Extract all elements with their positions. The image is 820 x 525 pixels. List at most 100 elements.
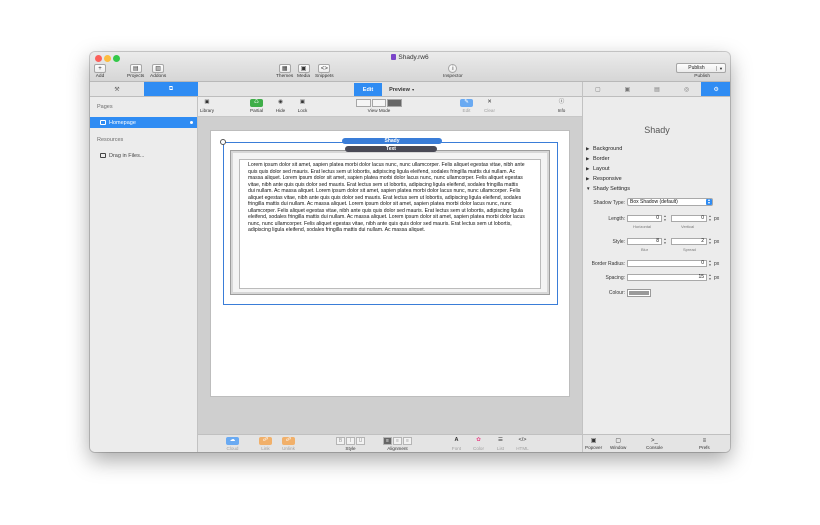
themes-label: Themes xyxy=(276,74,294,79)
length-horizontal-field[interactable]: 0 xyxy=(627,215,662,222)
link-button[interactable]: ☍ Link xyxy=(259,437,272,451)
sidebar-item-homepage[interactable]: Homepage xyxy=(90,117,197,128)
selected-indicator xyxy=(190,121,193,124)
lock-icon: ▣ xyxy=(299,99,306,106)
partial-label: Partial xyxy=(250,108,264,113)
align-center-icon[interactable]: ≡ xyxy=(393,437,402,445)
align-left-icon[interactable]: ≡ xyxy=(383,437,392,445)
section-layout[interactable]: ▶ Layout xyxy=(586,166,610,172)
disclosure-triangle-icon: ▶ xyxy=(586,176,590,181)
publish-button[interactable]: Publish ▼ xyxy=(676,63,726,73)
window-button[interactable]: ▢ Window xyxy=(610,437,626,450)
color-button[interactable]: ✿ Color xyxy=(472,437,485,452)
console-button[interactable]: >_ Console xyxy=(646,437,663,450)
lorem-text[interactable]: Lorem ipsum dolor sit amet, sapien plate… xyxy=(248,162,526,265)
spacing-stepper[interactable]: ▲ ▼ xyxy=(708,273,712,281)
chevron-down-icon[interactable]: ▼ xyxy=(716,65,725,71)
edit-tool-button[interactable]: ✎ Edit xyxy=(460,99,473,113)
page-inspector-icon[interactable]: ▢ xyxy=(583,82,613,96)
text-stack[interactable]: Text Lorem ipsum dolor sit amet, sapien … xyxy=(230,146,550,295)
toolbar: Shady.rw6 + Add ▤ Projects ▥ Addons ▦ Th… xyxy=(90,52,730,82)
link-label: Link xyxy=(261,446,270,451)
popover-button[interactable]: ▣ Popover xyxy=(585,437,602,450)
text-frame[interactable]: Lorem ipsum dolor sit amet, sapien plate… xyxy=(239,159,541,289)
format-inspector-icon[interactable]: ▤ xyxy=(642,82,672,96)
edit-tool-label: Edit xyxy=(462,108,471,113)
sliders-icon: ≡ xyxy=(702,438,707,444)
unlink-button[interactable]: ☍ Unlink xyxy=(282,437,295,451)
clear-label: Clear xyxy=(484,108,495,113)
spacing-field[interactable]: 15 xyxy=(627,274,707,281)
tab-preview[interactable]: Preview ▼ xyxy=(384,83,420,96)
section-background[interactable]: ▶ Background xyxy=(586,146,622,152)
italic-icon[interactable]: I xyxy=(346,437,355,445)
alignment-control[interactable]: ≡ ≡ ≡ Alignment xyxy=(383,437,412,451)
length-label: Length: xyxy=(608,216,625,222)
link-inspector-icon[interactable]: ◎ xyxy=(672,82,702,96)
view-mode-full-icon[interactable] xyxy=(387,99,403,107)
cloud-button[interactable]: ☁ Cloud xyxy=(226,437,239,451)
bold-icon[interactable]: B xyxy=(336,437,345,445)
snippets-button[interactable]: <> Snippets xyxy=(315,64,334,79)
hide-button[interactable]: ◉ Hide xyxy=(274,99,287,114)
wrench-icon[interactable]: ⚒ xyxy=(90,82,144,96)
font-button[interactable]: A Font xyxy=(450,437,463,452)
themes-button[interactable]: ▦ Themes xyxy=(276,64,293,79)
underline-icon[interactable]: U xyxy=(356,437,365,445)
spread-stepper[interactable]: ▲ ▼ xyxy=(708,237,712,245)
length-vertical-stepper[interactable]: ▲ ▼ xyxy=(708,214,712,222)
style-control[interactable]: B I U Style xyxy=(336,437,365,451)
lock-button[interactable]: ▣ Lock xyxy=(296,99,309,114)
blur-stepper[interactable]: ▲ ▼ xyxy=(663,237,667,245)
section-responsive[interactable]: ▶ Responsive xyxy=(586,176,622,182)
partial-button[interactable]: ♺ Partial xyxy=(250,99,263,113)
tab-edit[interactable]: Edit xyxy=(354,83,382,96)
mode-tabs: Edit Preview ▼ xyxy=(198,82,582,97)
add-button[interactable]: + Add xyxy=(94,64,106,79)
sidebar-item-drag-files[interactable]: Drag in Files... xyxy=(90,150,197,161)
view-mode-outline-icon[interactable] xyxy=(356,99,371,107)
color-wheel-icon: ✿ xyxy=(476,437,481,444)
library-button[interactable]: ▣ Library xyxy=(200,99,214,114)
tab-preview-label: Preview xyxy=(389,86,410,93)
shadow-type-select[interactable]: Box Shadow (default) ▲ ▼ xyxy=(627,198,713,206)
projects-button[interactable]: ▤ Projects xyxy=(127,64,144,79)
length-vertical-field[interactable]: 0 xyxy=(671,215,707,222)
resize-handle[interactable] xyxy=(220,139,226,145)
shady-stack-label: Shady xyxy=(342,138,442,144)
partial-icon: ♺ xyxy=(250,99,264,107)
section-border[interactable]: ▶ Border xyxy=(586,156,610,162)
blur-field[interactable]: 8 xyxy=(627,238,662,245)
spread-field[interactable]: 2 xyxy=(671,238,707,245)
text-stack-label: Text xyxy=(345,146,437,152)
border-radius-field[interactable]: 0 xyxy=(627,260,707,267)
view-mode-frame-icon[interactable] xyxy=(371,99,387,107)
clear-button[interactable]: ✕ Clear xyxy=(483,99,496,114)
gear-icon[interactable]: ⚙ xyxy=(701,82,730,96)
disclosure-open-icon: ▼ xyxy=(586,186,591,191)
align-right-icon[interactable]: ≡ xyxy=(403,437,412,445)
info-button[interactable]: ⓘ Info xyxy=(555,99,568,114)
publish-label: Publish xyxy=(688,65,705,71)
media-button[interactable]: ▣ Media xyxy=(297,64,310,79)
inspector-tabs: ▢ ▣ ▤ ◎ ⚙ xyxy=(583,82,730,97)
list-button[interactable]: ☰ List xyxy=(494,437,507,452)
alignment-label: Alignment xyxy=(387,446,408,451)
page-area[interactable]: Shady Text Lorem ipsum dolor sit amet, s… xyxy=(210,130,570,397)
html-button[interactable]: </> HTML xyxy=(516,437,529,452)
shady-stack[interactable]: Shady Text Lorem ipsum dolor sit amet, s… xyxy=(220,138,558,305)
section-shady-settings[interactable]: ▼ Shady Settings xyxy=(586,186,630,192)
addons-label: Addons xyxy=(150,74,167,79)
prefs-button[interactable]: ≡ Prefs xyxy=(699,437,710,450)
pages-heading: Pages xyxy=(97,104,113,110)
inspector-button[interactable]: i Inspector xyxy=(443,64,463,79)
addons-button[interactable]: ▥ Addons xyxy=(150,64,166,79)
layout-inspector-icon[interactable]: ▣ xyxy=(613,82,643,96)
colour-well[interactable] xyxy=(627,289,651,297)
shadow-type-value: Box Shadow (default) xyxy=(630,199,678,205)
pages-icon[interactable]: ⧉ xyxy=(144,82,198,96)
snippets-icon: <> xyxy=(318,64,331,73)
border-radius-stepper[interactable]: ▲ ▼ xyxy=(708,259,712,267)
length-horizontal-stepper[interactable]: ▲ ▼ xyxy=(663,214,667,222)
view-mode-control[interactable]: View Mode xyxy=(356,99,403,113)
